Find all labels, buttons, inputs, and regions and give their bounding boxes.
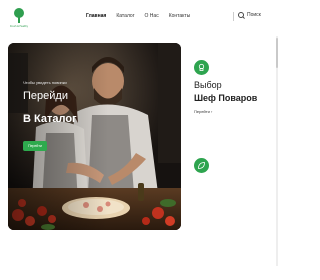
hero-subtitle: Чтобы увидеть новинки xyxy=(23,80,67,85)
main-nav: Главная Каталог О Нас Контакты xyxy=(86,13,200,20)
leaf-icon xyxy=(194,158,209,173)
hero-title-line-1: Перейди xyxy=(23,90,68,102)
logo-tagline: Fresh & Healthy xyxy=(10,25,28,28)
header-divider xyxy=(233,12,234,21)
nav-home[interactable]: Главная xyxy=(86,13,106,20)
page: Fresh & Healthy Главная Каталог О Нас Ко… xyxy=(0,0,280,280)
hero-banner[interactable]: Чтобы увидеть новинки Перейди В Каталог … xyxy=(8,43,181,230)
hero-title-line-2: В Каталог xyxy=(23,113,77,125)
scrollbar-thumb[interactable] xyxy=(276,38,278,68)
search-button[interactable]: Поиск xyxy=(238,12,261,19)
search-icon xyxy=(238,12,245,19)
logo-stem xyxy=(18,17,20,23)
scrollbar-track[interactable] xyxy=(276,36,278,266)
hero-cta-button[interactable]: Перейти xyxy=(23,141,47,151)
nav-about[interactable]: О Нас xyxy=(145,13,159,20)
promo-link[interactable]: Перейти › xyxy=(194,109,212,114)
promo-title-line-1: Выбор xyxy=(194,80,222,90)
search-label: Поиск xyxy=(247,12,261,18)
hero-overlay xyxy=(8,43,108,230)
logo[interactable]: Fresh & Healthy xyxy=(8,8,30,32)
promo-title-line-2: Шеф Поваров xyxy=(194,93,258,103)
nav-catalog[interactable]: Каталог xyxy=(116,13,134,20)
header: Fresh & Healthy Главная Каталог О Нас Ко… xyxy=(0,0,280,36)
nav-contacts[interactable]: Контакты xyxy=(169,13,191,20)
chef-hat-icon xyxy=(194,60,209,75)
